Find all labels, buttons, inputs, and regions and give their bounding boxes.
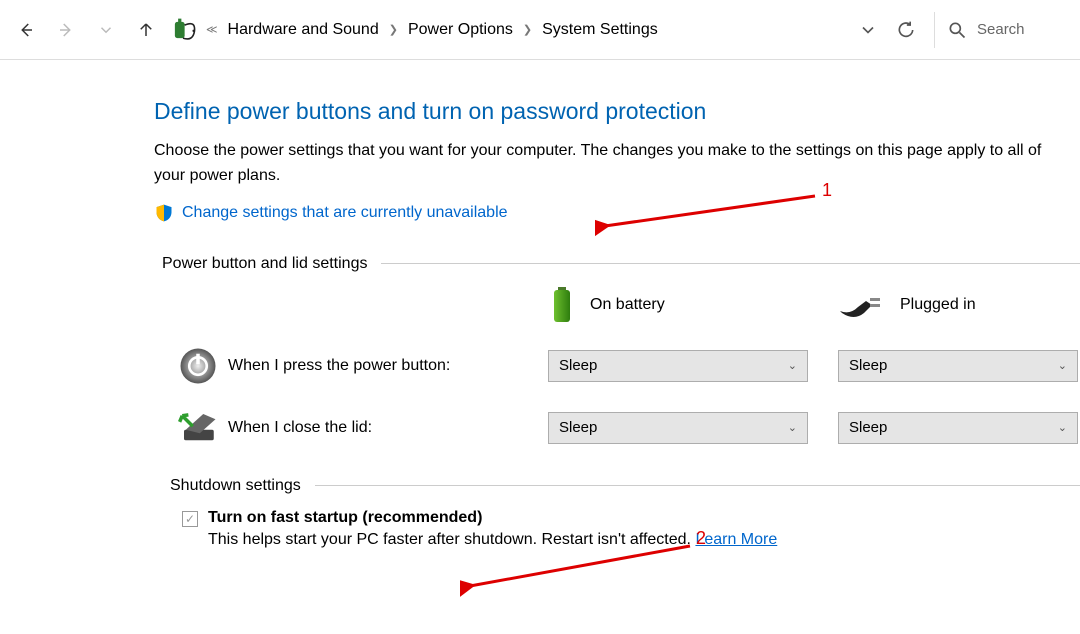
dropdown-power-battery[interactable]: Sleep ⌄ (548, 350, 808, 382)
dropdown-lid-battery[interactable]: Sleep ⌄ (548, 412, 808, 444)
dropdown-chevron-icon[interactable] (858, 20, 878, 40)
plug-icon (838, 293, 886, 317)
close-lid-icon (168, 407, 228, 449)
change-settings-link[interactable]: Change settings that are currently unava… (154, 203, 1080, 223)
divider (381, 263, 1080, 264)
row-close-lid-label: When I close the lid: (228, 419, 548, 437)
page-description: Choose the power settings that you want … (154, 139, 1074, 189)
section-shutdown: Shutdown settings (170, 477, 1080, 495)
chevron-right-icon: ❯ (389, 23, 398, 36)
annotation-number-2: 2 (696, 528, 706, 549)
fast-startup-help: This helps start your PC faster after sh… (208, 531, 691, 548)
dropdown-power-battery-value: Sleep (559, 357, 597, 374)
shield-icon (154, 203, 174, 223)
row-power-button-label: When I press the power button: (228, 357, 548, 375)
annotation-number-1: 1 (822, 180, 832, 201)
column-battery-label: On battery (590, 296, 665, 314)
battery-icon (548, 285, 576, 325)
change-settings-text: Change settings that are currently unava… (182, 204, 508, 222)
fast-startup-label: Turn on fast startup (recommended) (208, 509, 482, 527)
breadcrumb-hardware[interactable]: Hardware and Sound (228, 21, 379, 39)
column-battery: On battery (548, 285, 808, 325)
learn-more-link[interactable]: Learn More (695, 531, 777, 548)
main-content: Define power buttons and turn on passwor… (0, 60, 1080, 549)
chevron-right-icon: ❯ (523, 23, 532, 36)
power-grid: On battery Plugged in When I press the p… (168, 285, 1080, 449)
chevron-down-icon: ⌄ (788, 421, 797, 434)
power-options-icon (170, 17, 196, 43)
recent-dropdown[interactable] (88, 12, 124, 48)
dropdown-lid-plugged[interactable]: Sleep ⌄ (838, 412, 1078, 444)
dropdown-power-plugged[interactable]: Sleep ⌄ (838, 350, 1078, 382)
chevron-down-icon: ⌄ (1058, 421, 1067, 434)
up-button[interactable] (128, 12, 164, 48)
section-power-lid: Power button and lid settings (162, 255, 1080, 273)
forward-button[interactable] (48, 12, 84, 48)
breadcrumb: ≪ Hardware and Sound ❯ Power Options ❯ S… (206, 21, 854, 39)
column-plugged-label: Plugged in (900, 296, 976, 314)
section-shutdown-label: Shutdown settings (170, 477, 301, 495)
chevron-down-icon: ⌄ (788, 359, 797, 372)
search-icon (947, 20, 967, 40)
search-placeholder: Search (977, 21, 1025, 38)
page-title: Define power buttons and turn on passwor… (154, 98, 1080, 125)
breadcrumb-system-settings[interactable]: System Settings (542, 21, 658, 39)
refresh-icon[interactable] (896, 20, 916, 40)
power-button-icon (168, 345, 228, 387)
dropdown-lid-plugged-value: Sleep (849, 419, 887, 436)
fast-startup-checkbox[interactable]: ✓ (182, 511, 198, 527)
search-input[interactable]: Search (934, 12, 1064, 48)
chevron-left-icon[interactable]: ≪ (206, 23, 218, 36)
toolbar: ≪ Hardware and Sound ❯ Power Options ❯ S… (0, 0, 1080, 60)
breadcrumb-power-options[interactable]: Power Options (408, 21, 513, 39)
section-power-lid-label: Power button and lid settings (162, 255, 367, 273)
dropdown-power-plugged-value: Sleep (849, 357, 887, 374)
annotation-arrow-2 (460, 540, 710, 600)
divider (315, 485, 1080, 486)
dropdown-lid-battery-value: Sleep (559, 419, 597, 436)
back-button[interactable] (8, 12, 44, 48)
column-plugged: Plugged in (838, 293, 1078, 317)
chevron-down-icon: ⌄ (1058, 359, 1067, 372)
